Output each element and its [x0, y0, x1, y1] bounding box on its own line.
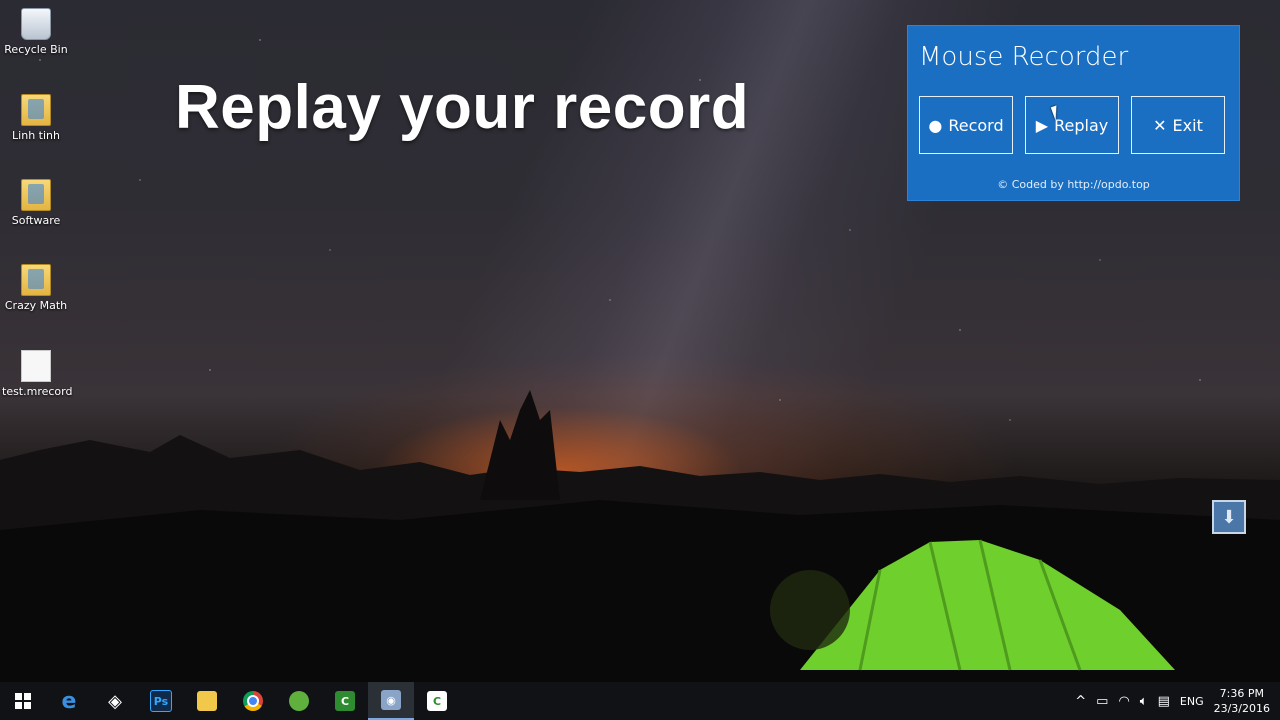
system-tray: ^ ▭ ◠ 🔈︎ ▤ ENG 7:36 PM 23/3/2016 — [1075, 682, 1270, 720]
taskbar-chrome[interactable] — [230, 682, 276, 720]
taskbar-mouse-recorder[interactable]: ◉ — [368, 682, 414, 720]
folder-icon — [21, 179, 51, 211]
start-button[interactable] — [0, 682, 46, 720]
language-indicator[interactable]: ENG — [1180, 695, 1204, 708]
desktop-icon-software[interactable]: Software — [2, 179, 70, 227]
exit-button-label: Exit — [1172, 115, 1203, 135]
clock-date: 23/3/2016 — [1213, 702, 1270, 715]
taskbar-unity[interactable]: ◈ — [92, 682, 138, 720]
edge-icon: e — [61, 688, 77, 714]
play-icon: ▶ — [1035, 115, 1049, 135]
wifi-icon[interactable]: ◠ — [1118, 694, 1129, 709]
exit-button[interactable]: ✕ Exit — [1131, 96, 1225, 154]
app-title: Mouse Recorder — [919, 42, 1129, 72]
notifications-icon[interactable]: ▤ — [1158, 694, 1170, 709]
battery-icon[interactable]: ▭ — [1096, 694, 1108, 709]
taskbar-camtasia-recorder[interactable]: C — [414, 682, 460, 720]
chrome-icon — [243, 691, 263, 711]
app-footer-credit: © Coded by http://opdo.top — [997, 178, 1150, 191]
folder-icon — [21, 264, 51, 296]
desktop-icon-label: Linh tinh — [12, 129, 60, 142]
desktop-icon-label: test.mrecord — [2, 385, 73, 398]
desktop-icon-test-mrecord[interactable]: test.mrecord — [2, 350, 73, 398]
photoshop-icon: Ps — [150, 690, 172, 712]
folder-icon — [21, 94, 51, 126]
chevron-up-icon[interactable]: ^ — [1075, 694, 1086, 709]
replay-button-label: Replay — [1054, 115, 1109, 135]
mouse-recorder-icon: ◉ — [381, 690, 401, 710]
desktop-icon-label: Crazy Math — [4, 299, 68, 312]
desktop-icon-recycle-bin[interactable]: Recycle Bin — [2, 8, 70, 56]
taskbar-camtasia[interactable]: C — [322, 682, 368, 720]
replay-button[interactable]: ▶ Replay — [1025, 96, 1119, 154]
taskbar-app[interactable] — [276, 682, 322, 720]
record-dot-icon: ● — [928, 115, 943, 135]
volume-icon[interactable]: 🔈︎ — [1140, 694, 1148, 709]
desktop-icon-label: Software — [11, 214, 61, 227]
file-icon — [21, 350, 51, 382]
clock[interactable]: 7:36 PM 23/3/2016 — [1214, 686, 1270, 716]
mouse-recorder-window: Mouse Recorder ● Record ▶ Replay ✕ Exit … — [907, 25, 1240, 201]
close-icon: ✕ — [1153, 115, 1167, 135]
record-button[interactable]: ● Record — [919, 96, 1013, 154]
unity-icon: ◈ — [108, 690, 122, 712]
download-arrow-icon[interactable]: ⬇ — [1212, 500, 1246, 534]
record-button-label: Record — [948, 115, 1004, 135]
desktop-icon-label: Recycle Bin — [4, 43, 68, 56]
recycle-bin-icon — [21, 8, 51, 40]
app-icon — [289, 691, 309, 711]
wallpaper-landscape — [0, 390, 1280, 682]
taskbar-photoshop[interactable]: Ps — [138, 682, 184, 720]
taskbar: e ◈ Ps C ◉ C ^ ▭ ◠ 🔈︎ ▤ ENG 7:36 PM 23/3… — [0, 682, 1280, 720]
clock-time: 7:36 PM — [1219, 687, 1264, 700]
file-explorer-icon — [197, 691, 217, 711]
taskbar-file-explorer[interactable] — [184, 682, 230, 720]
desktop-icon-crazy-math[interactable]: Crazy Math — [2, 264, 70, 312]
desktop-icon-linh-tinh[interactable]: Linh tinh — [2, 94, 70, 142]
start-icon — [15, 693, 31, 709]
video-overlay-title: Replay your record — [175, 73, 750, 142]
camtasia-icon: C — [335, 691, 355, 711]
taskbar-edge[interactable]: e — [46, 682, 92, 720]
camtasia-recorder-icon: C — [427, 691, 447, 711]
